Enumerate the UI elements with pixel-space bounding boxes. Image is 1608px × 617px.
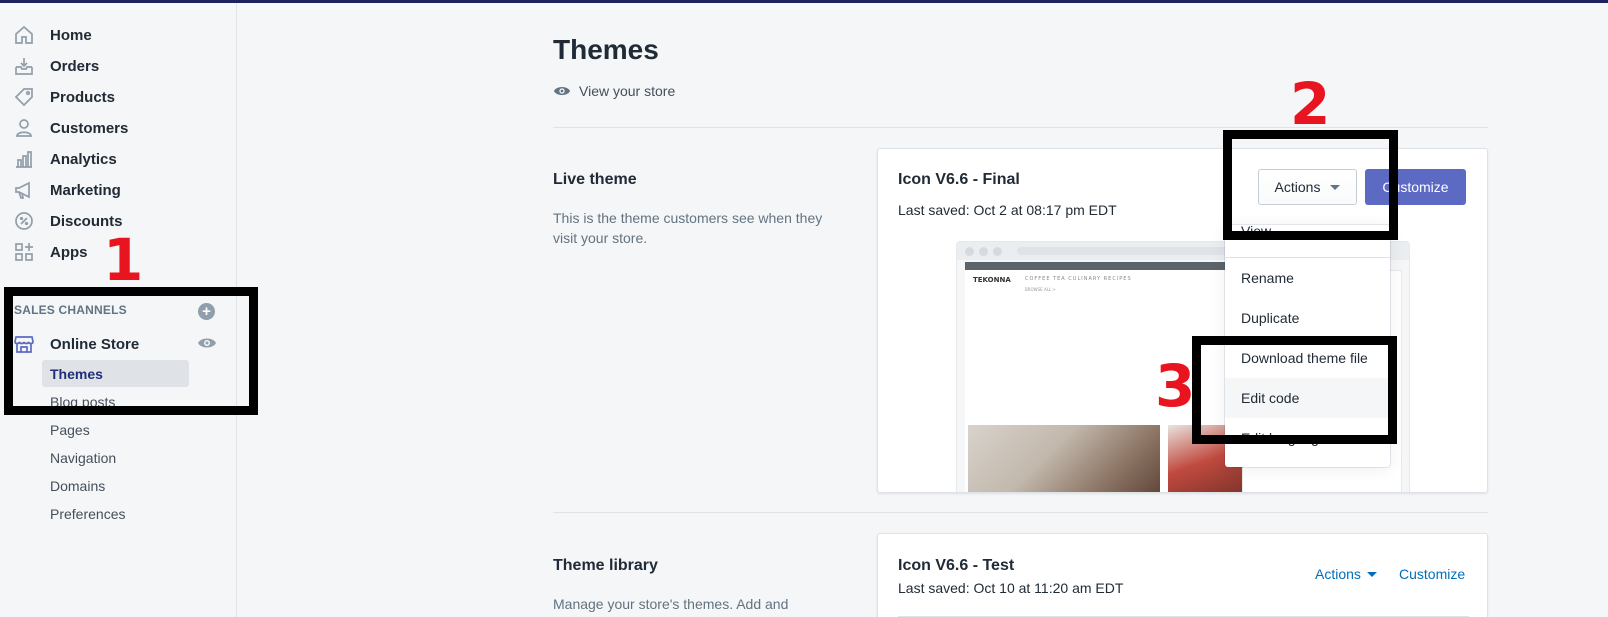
browser-dot — [993, 247, 1002, 256]
theme-library-description: Manage your store's themes. Add and — [553, 596, 789, 612]
sidebar-item-label: Products — [50, 88, 116, 106]
preview-menu: COFFEE TEA CULINARY RECIPES — [1025, 276, 1132, 282]
annotation-number-2: 2 — [1290, 70, 1331, 138]
theme-library-heading: Theme library — [553, 557, 658, 574]
annotation-box-1 — [4, 287, 258, 415]
bar-chart-icon — [13, 148, 35, 170]
person-icon — [13, 117, 35, 139]
view-store-label: View your store — [579, 83, 676, 99]
theme-last-saved: Last saved: Oct 2 at 08:17 pm EDT — [898, 202, 1117, 218]
sidebar-item-label: Analytics — [50, 150, 117, 168]
preview-subtext: BROWSE ALL > — [1025, 287, 1056, 292]
orders-icon — [13, 55, 35, 77]
megaphone-icon — [13, 179, 35, 201]
annotation-number-3: 3 — [1155, 352, 1196, 420]
browser-dot — [965, 247, 974, 256]
library-theme-card: Icon V6.6 - Test Last saved: Oct 10 at 1… — [877, 533, 1488, 617]
menu-item-duplicate[interactable]: Duplicate — [1225, 298, 1390, 338]
apps-icon — [13, 241, 35, 263]
annotation-box-2 — [1223, 130, 1398, 240]
page-title: Themes — [553, 34, 659, 65]
browser-dot — [979, 247, 988, 256]
home-icon — [13, 24, 35, 46]
divider — [553, 512, 1488, 513]
sidebar-subitem-navigation[interactable]: Navigation — [42, 444, 189, 471]
sidebar-item-products[interactable]: Products — [0, 83, 237, 111]
preview-announcement-bar — [965, 262, 1241, 270]
annotation-number-1: 1 — [103, 226, 144, 294]
divider — [553, 127, 1488, 128]
library-customize-link[interactable]: Customize — [1399, 566, 1465, 582]
caret-down-icon — [1366, 571, 1377, 577]
sidebar-item-label: Marketing — [50, 181, 121, 199]
top-accent-bar — [0, 0, 1608, 3]
theme-last-saved: Last saved: Oct 10 at 11:20 am EDT — [898, 580, 1124, 596]
annotation-box-3 — [1192, 336, 1397, 444]
sidebar-subitem-preferences[interactable]: Preferences — [42, 500, 189, 527]
sidebar-subitem-domains[interactable]: Domains — [42, 472, 189, 499]
theme-name: Icon V6.6 - Final — [898, 171, 1020, 188]
actions-label: Actions — [1315, 566, 1361, 582]
library-actions-button[interactable]: Actions — [1315, 566, 1377, 582]
sidebar-item-label: Home — [50, 26, 92, 44]
sidebar-item-marketing[interactable]: Marketing — [0, 176, 237, 204]
live-theme-heading: Live theme — [553, 171, 637, 188]
sidebar-item-analytics[interactable]: Analytics — [0, 145, 237, 173]
sidebar-item-orders[interactable]: Orders — [0, 52, 237, 80]
sidebar-item-label: Customers — [50, 119, 129, 137]
sidebar-subitem-pages[interactable]: Pages — [42, 416, 189, 443]
eye-icon — [553, 86, 571, 96]
tag-icon — [13, 86, 35, 108]
menu-item-rename[interactable]: Rename — [1225, 258, 1390, 298]
sidebar-item-customers[interactable]: Customers — [0, 114, 237, 142]
sidebar-item-label: Apps — [50, 243, 88, 261]
sidebar-item-home[interactable]: Home — [0, 21, 237, 49]
preview-logo: TEKONNA — [973, 276, 1011, 284]
sidebar-item-label: Orders — [50, 57, 100, 75]
theme-name: Icon V6.6 - Test — [898, 557, 1015, 574]
discount-icon — [13, 210, 35, 232]
view-store-link[interactable]: View your store — [553, 83, 675, 99]
live-theme-description: This is the theme customers see when the… — [553, 210, 823, 246]
preview-photo — [968, 425, 1160, 492]
